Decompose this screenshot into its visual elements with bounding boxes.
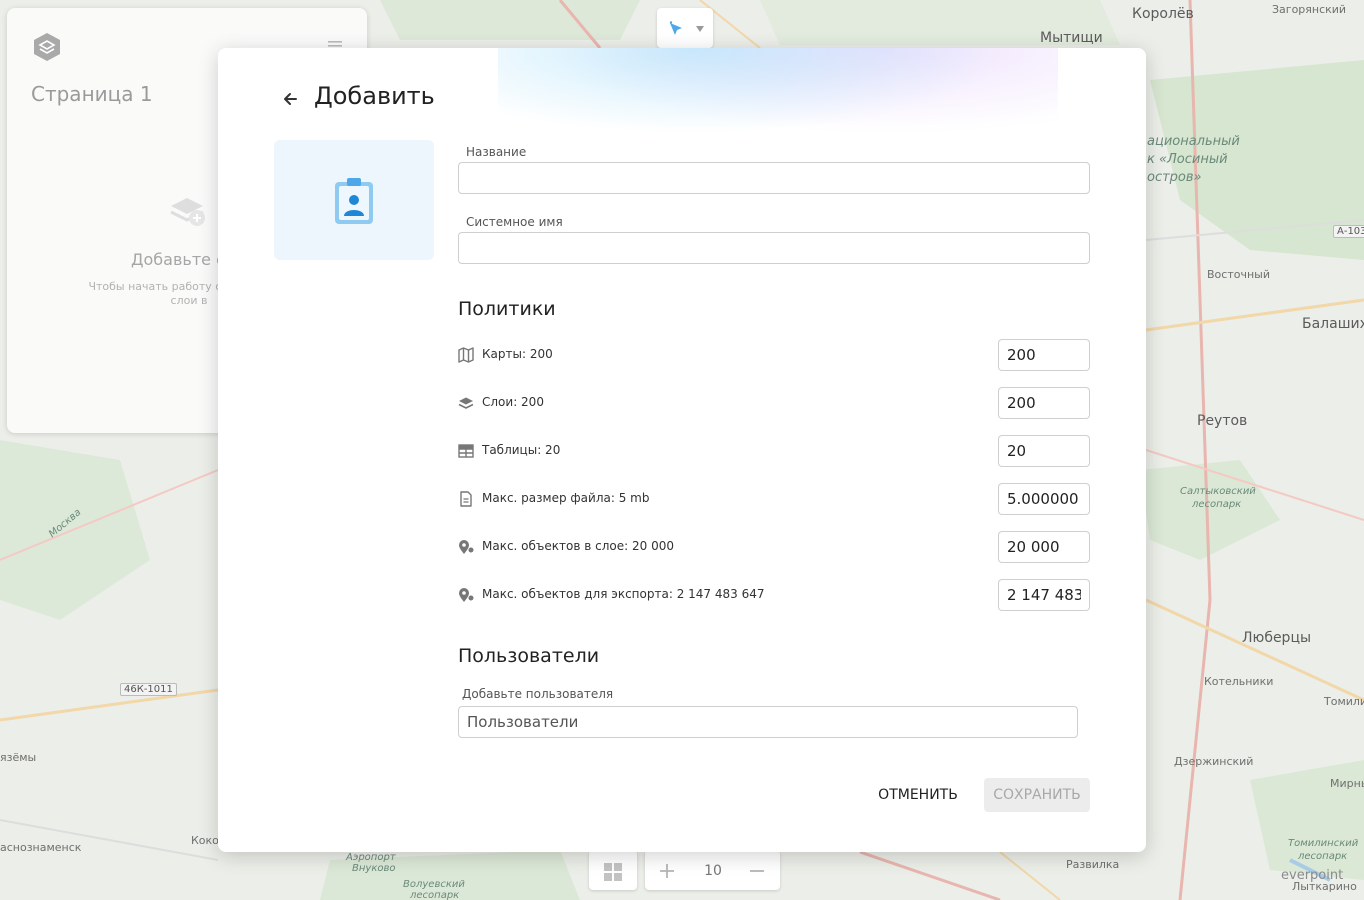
road-shield: 46К-1011 [120, 683, 177, 696]
policy-layers: Слои: 200 [458, 387, 1090, 419]
map-label: к «Лосиный [1147, 152, 1228, 167]
add-layer-icon [170, 198, 205, 226]
map-label: Томилино [1324, 695, 1364, 708]
map-label: Дзержинский [1174, 755, 1254, 768]
policy-max-objects-layer: Макс. объектов в слое: 20 000 [458, 531, 1090, 563]
policy-tables: Таблицы: 20 [458, 435, 1090, 467]
map-label: Загорянский [1272, 3, 1347, 16]
pin-icon [459, 540, 474, 554]
policy-maps-input[interactable] [998, 339, 1090, 371]
map-label: Салтыковский [1180, 486, 1256, 497]
map-label: Королёв [1132, 6, 1194, 22]
map-label: Внуково [352, 863, 396, 874]
policy-max-objects-export: Макс. объектов для экспорта: 2 147 483 6… [458, 579, 1090, 611]
map-label: остров» [1147, 170, 1202, 185]
cancel-button[interactable]: ОТМЕНИТЬ [866, 778, 970, 812]
map-label: ациональный [1147, 134, 1240, 149]
policy-file-size: Макс. размер файла: 5 mb [458, 483, 1090, 515]
users-input[interactable] [458, 706, 1078, 738]
selection-tool-dropdown[interactable] [657, 8, 713, 48]
zoom-out-icon[interactable] [749, 863, 765, 879]
save-button[interactable]: СОХРАНИТЬ [984, 778, 1090, 812]
users-label: Добавьте пользователя [462, 687, 614, 701]
policy-layers-input[interactable] [998, 387, 1090, 419]
avatar-upload[interactable] [274, 140, 434, 260]
policy-label: Макс. объектов для экспорта: 2 147 483 6… [482, 587, 765, 601]
map-label: Коко [191, 834, 219, 847]
dialog-title: Добавить [314, 82, 435, 110]
policy-tables-input[interactable] [998, 435, 1090, 467]
map-label: Мытищи [1040, 30, 1103, 46]
map-label: Реутов [1197, 413, 1248, 429]
map-label: Томилинский [1288, 838, 1359, 849]
users-title: Пользователи [458, 645, 600, 667]
name-input[interactable] [458, 162, 1090, 194]
chevron-down-icon [696, 26, 704, 32]
map-label: аснознаменск [0, 841, 82, 854]
policy-file-size-input[interactable] [998, 483, 1090, 515]
back-arrow-icon[interactable] [280, 88, 302, 110]
map-label: Волуевский [403, 879, 465, 890]
app-logo-icon [34, 33, 60, 61]
policy-max-objects-layer-input[interactable] [998, 531, 1090, 563]
system-name-label: Системное имя [466, 215, 563, 229]
zoom-level: 10 [704, 863, 722, 879]
policy-label: Макс. размер файла: 5 mb [482, 491, 650, 505]
policy-max-objects-export-input[interactable] [998, 579, 1090, 611]
road-shield: А-103 [1333, 225, 1364, 238]
basemap-button[interactable] [589, 850, 637, 890]
policies-title: Политики [458, 298, 556, 320]
map-label: Котельники [1204, 675, 1274, 688]
policy-label: Слои: 200 [482, 395, 544, 409]
page-title: Страница 1 [31, 82, 153, 106]
map-label: Аэропорт [346, 852, 396, 863]
system-name-input[interactable] [458, 232, 1090, 264]
header-gradient [498, 48, 1058, 148]
policy-label: Карты: 200 [482, 347, 553, 361]
file-icon [460, 491, 472, 507]
map-label: язёмы [0, 751, 37, 764]
map-label: лесопарк [410, 890, 460, 900]
attribution-logo: everpoint [1281, 868, 1344, 883]
map-label: Балашиха [1302, 316, 1364, 332]
map-label: Мирный [1330, 777, 1364, 790]
policy-label: Таблицы: 20 [482, 443, 561, 457]
table-icon [458, 444, 474, 458]
map-icon [458, 347, 474, 363]
map-label: Развилка [1066, 858, 1120, 871]
policy-label: Макс. объектов в слое: 20 000 [482, 539, 674, 553]
name-label: Название [466, 145, 527, 159]
zoom-control: 10 [645, 850, 780, 890]
grid-icon [604, 863, 622, 881]
layers-icon [458, 397, 474, 409]
map-label: лесопарк [1192, 499, 1242, 510]
id-badge-icon [335, 178, 373, 224]
pin-icon [459, 588, 474, 602]
add-dialog: Добавить Название Системное имя Политики… [218, 48, 1146, 852]
map-label: Восточный [1207, 268, 1270, 281]
policy-maps: Карты: 200 [458, 339, 1090, 371]
map-label: Люберцы [1242, 630, 1312, 646]
map-label: лесопарк [1298, 851, 1348, 862]
cursor-icon [669, 21, 682, 35]
zoom-in-icon[interactable] [659, 863, 675, 879]
